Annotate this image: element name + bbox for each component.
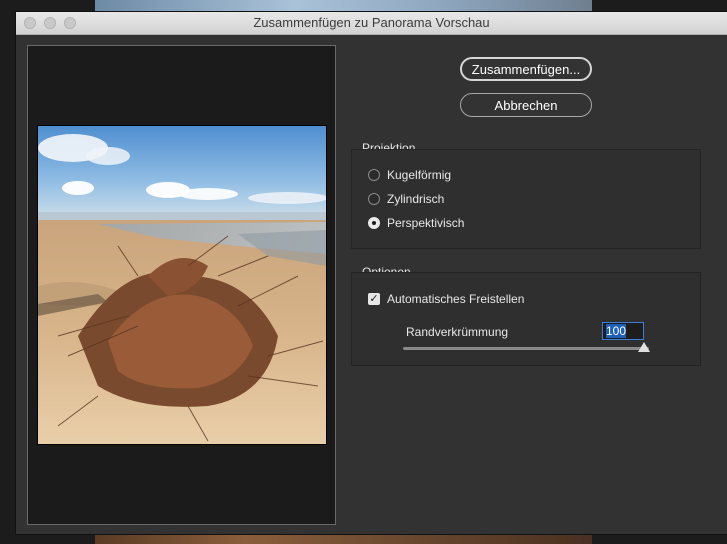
boundary-warp-slider-thumb[interactable] [638, 342, 650, 352]
cancel-button[interactable]: Abbrechen [460, 93, 592, 117]
title-bar: Zusammenfügen zu Panorama Vorschau [16, 12, 727, 35]
radio-selected-icon[interactable] [368, 217, 380, 229]
panorama-dialog: Zusammenfügen zu Panorama Vorschau Zusam… [16, 12, 727, 534]
preview-panel [27, 45, 336, 525]
radio-icon[interactable] [368, 193, 380, 205]
boundary-warp-value: 100 [606, 324, 627, 338]
boundary-warp-slider-track[interactable] [403, 347, 649, 350]
boundary-warp-label: Randverkrümmung [406, 325, 509, 339]
checkbox-checked-icon[interactable]: ✓ [368, 293, 380, 305]
panorama-preview-image [37, 125, 327, 445]
boundary-warp-value-field[interactable]: 100 [602, 322, 644, 340]
radio-icon[interactable] [368, 169, 380, 181]
radio-label: Zylindrisch [387, 192, 445, 206]
radio-label: Perspektivisch [387, 216, 465, 230]
radio-label: Kugelförmig [387, 168, 452, 182]
radio-perspektivisch[interactable]: Perspektivisch [368, 216, 464, 230]
radio-zylindrisch[interactable]: Zylindrisch [368, 192, 444, 206]
radio-kugelfoermig[interactable]: Kugelförmig [368, 168, 451, 182]
auto-crop-checkbox-row[interactable]: ✓ Automatisches Freistellen [368, 292, 524, 306]
auto-crop-label: Automatisches Freistellen [387, 292, 525, 306]
window-title: Zusammenfügen zu Panorama Vorschau [253, 15, 490, 30]
merge-button[interactable]: Zusammenfügen... [460, 57, 592, 81]
